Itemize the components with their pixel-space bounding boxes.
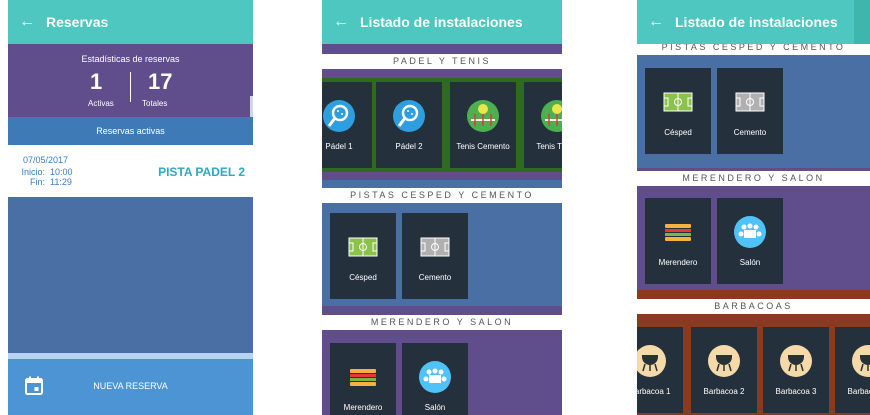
facility-tile-merendero[interactable]: Merendero — [330, 343, 396, 415]
facility-label: Césped — [664, 128, 692, 137]
facility-label: Merendero — [343, 403, 383, 412]
section-title: PADEL Y TENIS — [322, 54, 562, 69]
facility-label: Pádel 1 — [325, 142, 353, 151]
facility-tile-tenis-cemento[interactable]: Tenis Cemento — [450, 82, 516, 168]
facility-tile-cesped[interactable]: Césped — [330, 213, 396, 299]
facility-label: Césped — [349, 273, 377, 282]
section-merendero-salon: MERENDERO Y SALON Merendero Salón — [322, 306, 562, 415]
facility-label: Pádel 2 — [395, 142, 423, 151]
facility-tile-padel-1[interactable]: Pádel 1 — [322, 82, 372, 168]
start-time: 10:00 — [50, 167, 73, 177]
padel-racket-icon — [323, 100, 355, 132]
start-label: Inicio: — [21, 167, 45, 177]
page-title: Listado de instalaciones — [360, 14, 523, 30]
facility-tile-cemento[interactable]: Cemento — [402, 213, 468, 299]
section-title: BARBACOAS — [637, 299, 870, 314]
facility-label: Merendero — [658, 258, 698, 267]
total-count: 17 — [148, 69, 173, 94]
total-label: Totales — [142, 99, 168, 108]
section-barbacoas: BARBACOAS Barbacoa 1 Barbacoa 2 Barbacoa… — [637, 290, 870, 415]
section-title: MERENDERO Y SALON — [637, 171, 870, 186]
barbecue-grill-icon — [780, 345, 812, 377]
section-merendero-salon: MERENDERO Y SALON Merendero Salón — [637, 168, 870, 290]
new-reservation-button[interactable]: NUEVA RESERVA — [8, 359, 253, 415]
reservas-screen: ← Reservas Estadísticas de reservas 1 17… — [8, 0, 253, 415]
back-arrow-icon[interactable]: ← — [637, 13, 675, 31]
sandwich-icon — [350, 369, 376, 386]
back-arrow-icon[interactable]: ← — [322, 13, 360, 31]
reservation-court: PISTA PADEL 2 — [158, 165, 245, 179]
facility-tile-padel-2[interactable]: Pádel 2 — [376, 82, 442, 168]
facilities-screen-scrolled: PISTAS CESPED Y CEMENTO Césped Cemento M… — [637, 0, 870, 415]
facility-tile-barbacoa-2[interactable]: Barbacoa 2 — [691, 327, 757, 413]
barbecue-grill-icon — [708, 345, 740, 377]
active-reservations-header: Reservas activas — [8, 117, 253, 145]
facility-label: Barbacoa 4 — [847, 387, 870, 396]
stats-panel: Estadísticas de reservas 1 17 Activas To… — [8, 44, 253, 117]
stats-title: Estadísticas de reservas — [81, 54, 180, 64]
grass-field-icon — [348, 237, 378, 257]
meeting-room-icon — [419, 361, 451, 393]
reservation-times: Inicio: 10:00 Fin: 11:29 — [18, 167, 73, 187]
facility-tile-barbacoa-3[interactable]: Barbacoa 3 — [763, 327, 829, 413]
facility-tile-salon[interactable]: Salón — [717, 198, 783, 284]
back-arrow-icon[interactable]: ← — [8, 13, 46, 31]
barbecue-grill-icon — [852, 345, 870, 377]
stats-divider — [130, 72, 131, 102]
active-label: Activas — [88, 99, 114, 108]
app-bar: ← Reservas — [8, 0, 253, 44]
facility-tile-tenis-tierra[interactable]: Tenis Tierra — [524, 82, 562, 168]
facility-tile-cemento[interactable]: Cemento — [717, 68, 783, 154]
end-time: 11:29 — [50, 177, 72, 187]
facility-label: Cemento — [733, 128, 767, 137]
tennis-court-icon — [467, 100, 499, 132]
appbar-edge — [854, 0, 870, 44]
page-title: Listado de instalaciones — [675, 14, 838, 30]
facility-label: Cemento — [418, 273, 452, 282]
facility-label: Salón — [424, 403, 446, 412]
page-title: Reservas — [46, 14, 109, 30]
active-count: 1 — [90, 69, 103, 94]
facility-label: Barbacoa 3 — [775, 387, 817, 396]
new-reservation-label: NUEVA RESERVA — [93, 381, 168, 391]
section-title: PISTAS CESPED Y CEMENTO — [322, 188, 562, 203]
facility-label: Salón — [739, 258, 761, 267]
padel-racket-icon — [393, 100, 425, 132]
tennis-court-icon — [541, 100, 562, 132]
reservation-card[interactable]: 07/05/2017 Inicio: 10:00 Fin: 11:29 PISTA … — [8, 145, 253, 197]
grass-field-icon — [663, 92, 693, 112]
app-bar: ← Listado de instalaciones — [322, 0, 562, 44]
meeting-room-icon — [734, 216, 766, 248]
section-title: MERENDERO Y SALON — [322, 315, 562, 330]
end-label: Fin: — [29, 177, 45, 187]
facility-tile-barbacoa-1[interactable]: Barbacoa 1 — [637, 327, 683, 413]
facility-label: Tenis Tierra — [536, 142, 562, 151]
app-bar: ← Listado de instalaciones — [637, 0, 870, 44]
barbecue-grill-icon — [637, 345, 666, 377]
facility-tile-barbacoa-4[interactable]: Barbacoa 4 — [835, 327, 870, 413]
facilities-screen: ← Listado de instalaciones PADEL Y TENIS… — [322, 0, 562, 415]
facility-tile-cesped[interactable]: Césped — [645, 68, 711, 154]
facility-tile-salon[interactable]: Salón — [402, 343, 468, 415]
cement-field-icon — [735, 92, 765, 112]
facility-label: Tenis Cemento — [456, 142, 510, 151]
reservation-date: 07/05/2017 — [23, 155, 69, 165]
facility-tile-merendero[interactable]: Merendero — [645, 198, 711, 284]
facility-label: Barbacoa 1 — [637, 387, 671, 396]
section-padel-tenis: PADEL Y TENIS Pádel 1 Pádel 2 Tenis Ceme… — [322, 44, 562, 180]
section-cesped-cemento: PISTAS CESPED Y CEMENTO Césped Cemento — [322, 180, 562, 306]
cement-field-icon — [420, 237, 450, 257]
padel-row: Pádel 1 Pádel 2 Tenis Cemento Tenis Tier… — [322, 78, 562, 172]
section-cesped-cemento: PISTAS CESPED Y CEMENTO Césped Cemento — [637, 30, 870, 168]
facility-label: Barbacoa 2 — [703, 387, 745, 396]
sandwich-icon — [665, 224, 691, 241]
